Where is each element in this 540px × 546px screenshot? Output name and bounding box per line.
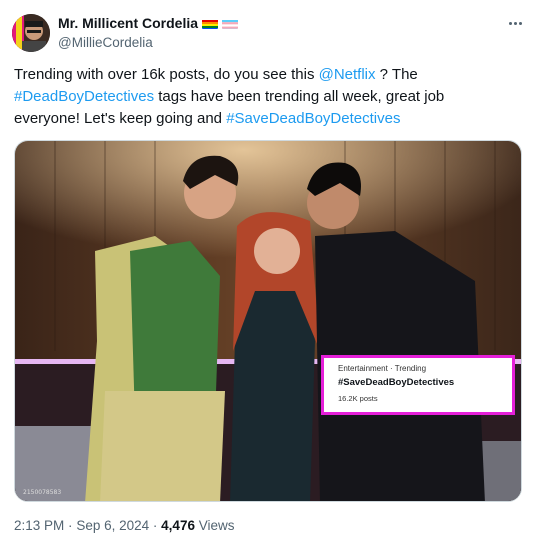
separator: · xyxy=(152,518,158,533)
author-name-row: Mr. Millicent Cordelia xyxy=(58,15,239,31)
avatar-image xyxy=(12,14,50,52)
views-count: 4,476 xyxy=(161,518,195,533)
photo-id-watermark: 2150078583 xyxy=(23,489,62,496)
tweet-text: Trending with over 16k posts, do you see… xyxy=(14,64,514,130)
trans-flag-icon xyxy=(222,18,239,29)
separator: · xyxy=(68,518,73,533)
text-segment: ? The xyxy=(375,66,418,83)
display-name[interactable]: Mr. Millicent Cordelia xyxy=(58,15,198,31)
tweet-meta: 2:13 PM · Sep 6, 2024 · 4,476 Views xyxy=(14,518,235,533)
photo-image xyxy=(15,141,521,501)
mention-link[interactable]: @Netflix xyxy=(319,66,376,83)
post-date[interactable]: Sep 6, 2024 xyxy=(76,518,149,533)
tweet: Mr. Millicent Cordelia @MillieCordelia T… xyxy=(0,0,540,546)
trending-card: Entertainment · Trending #SaveDeadBoyDet… xyxy=(321,355,515,415)
trend-post-count: 16.2K posts xyxy=(338,394,378,403)
trend-category: Entertainment · Trending xyxy=(338,364,427,373)
hashtag-link[interactable]: #SaveDeadBoyDetectives xyxy=(226,110,400,127)
views-label: Views xyxy=(198,518,235,533)
avatar[interactable] xyxy=(12,14,50,52)
author-handle[interactable]: @MillieCordelia xyxy=(58,35,153,50)
rainbow-flag-icon xyxy=(202,18,219,29)
tweet-photo[interactable]: Entertainment · Trending #SaveDeadBoyDet… xyxy=(14,140,522,502)
more-horizontal-icon[interactable] xyxy=(504,14,526,32)
trend-hashtag: #SaveDeadBoyDetectives xyxy=(338,377,455,388)
hashtag-link[interactable]: #DeadBoyDetectives xyxy=(14,88,154,105)
post-time[interactable]: 2:13 PM xyxy=(14,518,64,533)
text-segment: Trending with over 16k posts, do you see… xyxy=(14,66,319,83)
